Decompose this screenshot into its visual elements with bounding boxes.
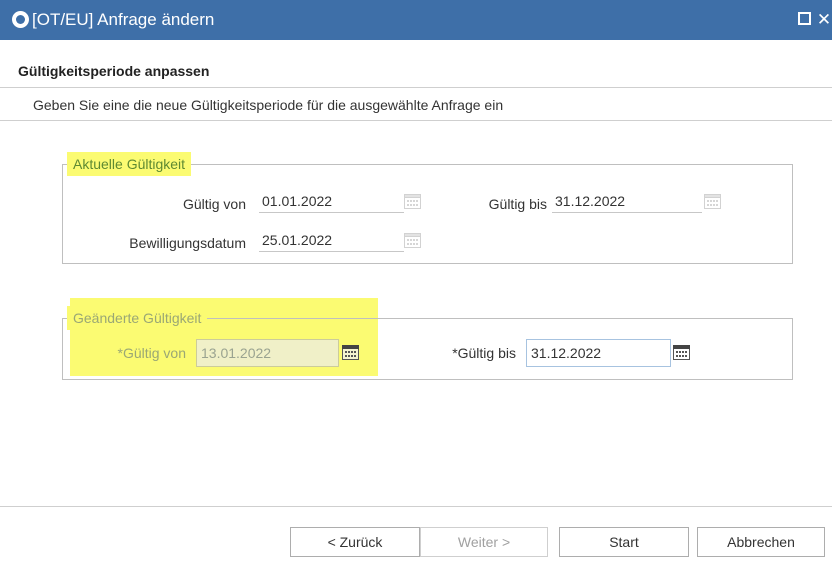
changed-validity-group: Geänderte Gültigkeit xyxy=(62,306,793,380)
header-divider xyxy=(0,87,832,88)
app-logo-icon xyxy=(12,11,29,28)
page-title: Gültigkeitsperiode anpassen xyxy=(18,63,210,79)
changed-valid-from-input[interactable]: 13.01.2022 xyxy=(196,339,339,367)
cancel-button[interactable]: Abbrechen xyxy=(697,527,825,557)
back-button[interactable]: < Zurück xyxy=(290,527,420,557)
window-titlebar: [OT/EU] Anfrage ändern ✕ xyxy=(0,0,832,40)
approval-date-value: 25.01.2022 xyxy=(259,230,404,252)
description-divider xyxy=(0,120,832,121)
maximize-icon[interactable] xyxy=(796,0,812,40)
current-valid-to-value: 31.12.2022 xyxy=(552,191,702,213)
current-valid-to-calendar-icon xyxy=(704,194,721,209)
page-description: Geben Sie eine die neue Gültigkeitsperio… xyxy=(33,97,504,113)
changed-valid-to-input[interactable]: 31.12.2022 xyxy=(526,339,671,367)
footer-divider xyxy=(0,506,832,507)
window-title: [OT/EU] Anfrage ändern xyxy=(32,10,215,29)
current-valid-to-label: Gültig bis xyxy=(488,196,547,212)
current-validity-legend: Aktuelle Gültigkeit xyxy=(67,152,192,176)
next-button[interactable]: Weiter > xyxy=(420,527,548,557)
approval-date-calendar-icon xyxy=(404,233,421,248)
start-button[interactable]: Start xyxy=(559,527,689,557)
changed-valid-to-label: *Gültig bis xyxy=(452,345,516,361)
changed-valid-from-calendar-icon[interactable] xyxy=(342,344,359,360)
current-valid-from-value: 01.01.2022 xyxy=(259,191,404,213)
close-icon[interactable]: ✕ xyxy=(816,0,832,40)
changed-valid-from-label: *Gültig von xyxy=(117,345,186,361)
current-valid-from-label: Gültig von xyxy=(182,196,246,212)
approval-date-label: Bewilligungsdatum xyxy=(129,235,246,251)
changed-validity-legend: Geänderte Gültigkeit xyxy=(67,306,208,330)
changed-valid-to-calendar-icon[interactable] xyxy=(673,344,690,360)
current-valid-from-calendar-icon xyxy=(404,194,421,209)
